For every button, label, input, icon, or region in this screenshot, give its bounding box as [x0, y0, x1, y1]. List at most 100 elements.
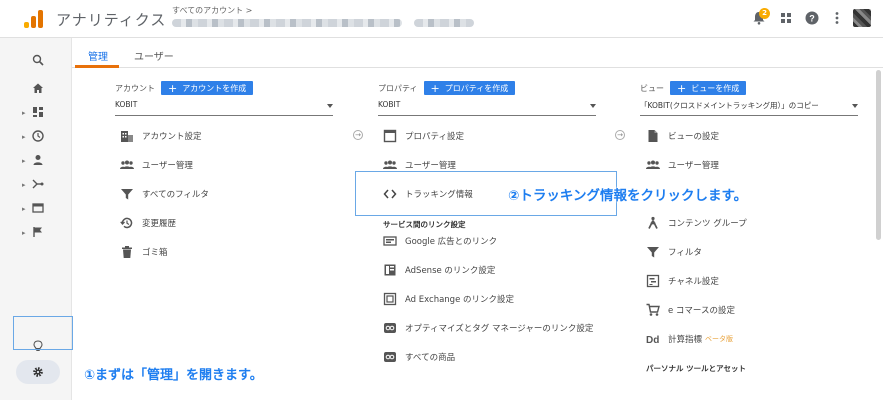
apps-grid-icon[interactable] [779, 11, 793, 25]
dd-icon: Dd [646, 335, 659, 346]
account-selector[interactable] [172, 17, 502, 29]
menu-label: 計算指標 [668, 335, 703, 345]
scrollbar-thumb[interactable] [876, 70, 881, 240]
create-property-label: プロパティを作成 [444, 83, 509, 93]
nav-home[interactable] [22, 80, 54, 98]
menu-label: ビューの設定 [668, 132, 720, 142]
menu-google-ads-link[interactable]: Google 広告とのリンク [383, 231, 497, 251]
building-icon [121, 131, 133, 142]
menu-label: e コマースの設定 [668, 306, 736, 316]
account-breadcrumb[interactable]: すべてのアカウント > [172, 5, 252, 16]
property-select[interactable]: KOBIT [378, 100, 596, 116]
flag-icon [33, 227, 42, 237]
account-column-header: アカウント + アカウントを作成 [115, 80, 254, 96]
filter-icon [121, 189, 133, 200]
account-column-label: アカウント [115, 83, 155, 93]
avatar[interactable] [853, 9, 871, 27]
acquisition-icon [32, 179, 44, 189]
link-chain-icon [384, 323, 396, 333]
ad-exchange-icon [383, 292, 397, 306]
menu-label: チャネル設定 [668, 277, 719, 287]
view-column-header: ビュー + ビューを作成 [640, 80, 747, 96]
property-column-label: プロパティ [378, 83, 418, 93]
menu-trash[interactable]: ゴミ箱 [120, 242, 168, 262]
plus-icon: + [677, 81, 687, 95]
view-select[interactable]: 「KOBIT(クロスドメイントラッキング用）」のコピー [640, 100, 858, 116]
gear-icon [33, 367, 43, 377]
menu-change-history[interactable]: 変更履歴 [120, 213, 176, 233]
nav-conversions[interactable]: ▸ [22, 224, 54, 242]
redacted-account-id [414, 19, 474, 27]
notification-badge: 2 [759, 8, 770, 19]
create-account-label: アカウントを作成 [182, 83, 247, 93]
menu-content-grouping[interactable]: コンテンツ グループ [646, 213, 747, 233]
menu-ad-exchange-link[interactable]: Ad Exchange のリンク設定 [383, 289, 514, 309]
people-icon [646, 160, 660, 169]
account-select[interactable]: KOBIT [115, 100, 333, 116]
trash-icon [122, 246, 132, 258]
menu-label: オプティマイズとタグ マネージャーのリンク設定 [405, 324, 594, 334]
menu-label: Google 広告とのリンク [405, 237, 498, 247]
active-tab-indicator [75, 65, 119, 68]
menu-label: Ad Exchange のリンク設定 [405, 295, 514, 305]
menu-view-settings[interactable]: ビューの設定 [646, 126, 719, 146]
property-select-value: KOBIT [378, 100, 401, 109]
behavior-icon [32, 203, 44, 213]
adsense-icon [384, 264, 396, 276]
nav-acquisition[interactable]: ▸ [22, 176, 54, 194]
menu-view-users[interactable]: ユーザー管理 [646, 155, 719, 175]
menu-channel-settings[interactable]: チャネル設定 [646, 271, 719, 291]
view-column-label: ビュー [640, 83, 664, 93]
dropdown-arrow-icon [852, 104, 858, 108]
top-header: アナリティクス すべてのアカウント > 2 ? [0, 0, 883, 38]
menu-label: フィルタ [668, 248, 702, 258]
plus-icon: + [430, 81, 440, 95]
nav-customization[interactable]: ▸ [22, 104, 54, 122]
create-view-button[interactable]: + ビューを作成 [670, 81, 747, 95]
menu-label: ゴミ箱 [142, 248, 168, 258]
nav-audience[interactable]: ▸ [22, 152, 54, 170]
svg-text:?: ? [809, 14, 815, 24]
help-icon[interactable]: ? [805, 11, 819, 25]
document-icon [648, 130, 658, 142]
redacted-account-name [172, 19, 402, 27]
admin-button[interactable] [16, 360, 60, 384]
search-icon [32, 54, 44, 66]
menu-label: ユーザー管理 [142, 161, 193, 171]
more-vert-icon[interactable] [830, 11, 844, 25]
menu-all-filters[interactable]: すべてのフィルタ [120, 184, 209, 204]
tab-users[interactable]: ユーザー [134, 48, 174, 63]
nav-search[interactable] [22, 52, 54, 70]
nav-realtime[interactable]: ▸ [22, 128, 54, 146]
filter-icon [647, 247, 659, 258]
menu-view-filters[interactable]: フィルタ [646, 242, 702, 262]
plus-icon: + [168, 81, 178, 95]
menu-optimize-tagmanager-link[interactable]: オプティマイズとタグ マネージャーのリンク設定 [383, 318, 593, 338]
menu-label: アカウント設定 [142, 132, 202, 142]
admin-highlight-box [13, 316, 73, 350]
nav-behavior[interactable]: ▸ [22, 200, 54, 218]
service-links-section-title: サービス間のリンク設定 [383, 220, 466, 229]
dropdown-arrow-icon [590, 104, 596, 108]
expand-caret-icon: ▸ [22, 181, 26, 189]
menu-account-users[interactable]: ユーザー管理 [120, 155, 193, 175]
menu-account-settings[interactable]: アカウント設定 [120, 126, 202, 146]
menu-calculated-metrics[interactable]: Dd 計算指標 ベータ版 [646, 329, 733, 349]
menu-label: ユーザー管理 [668, 161, 719, 171]
step1-annotation: ①まずは「管理」を開きます。 [84, 368, 263, 383]
menu-ecommerce-settings[interactable]: e コマースの設定 [646, 300, 735, 320]
ads-monitor-icon [383, 236, 397, 246]
create-property-button[interactable]: + プロパティを作成 [423, 81, 516, 95]
analytics-logo-icon[interactable] [24, 10, 44, 28]
channel-icon [646, 274, 660, 288]
menu-label: すべての商品 [405, 353, 456, 363]
menu-adsense-link[interactable]: AdSense のリンク設定 [383, 260, 495, 280]
menu-all-products[interactable]: すべての商品 [383, 347, 455, 367]
account-select-value: KOBIT [115, 100, 138, 109]
arrow-right-icon: → [353, 130, 363, 140]
menu-property-settings[interactable]: プロパティ設定 [383, 126, 464, 146]
create-account-button[interactable]: + アカウントを作成 [161, 81, 254, 95]
tab-admin[interactable]: 管理 [88, 48, 108, 63]
expand-caret-icon: ▸ [22, 133, 26, 141]
property-window-icon [383, 129, 397, 143]
